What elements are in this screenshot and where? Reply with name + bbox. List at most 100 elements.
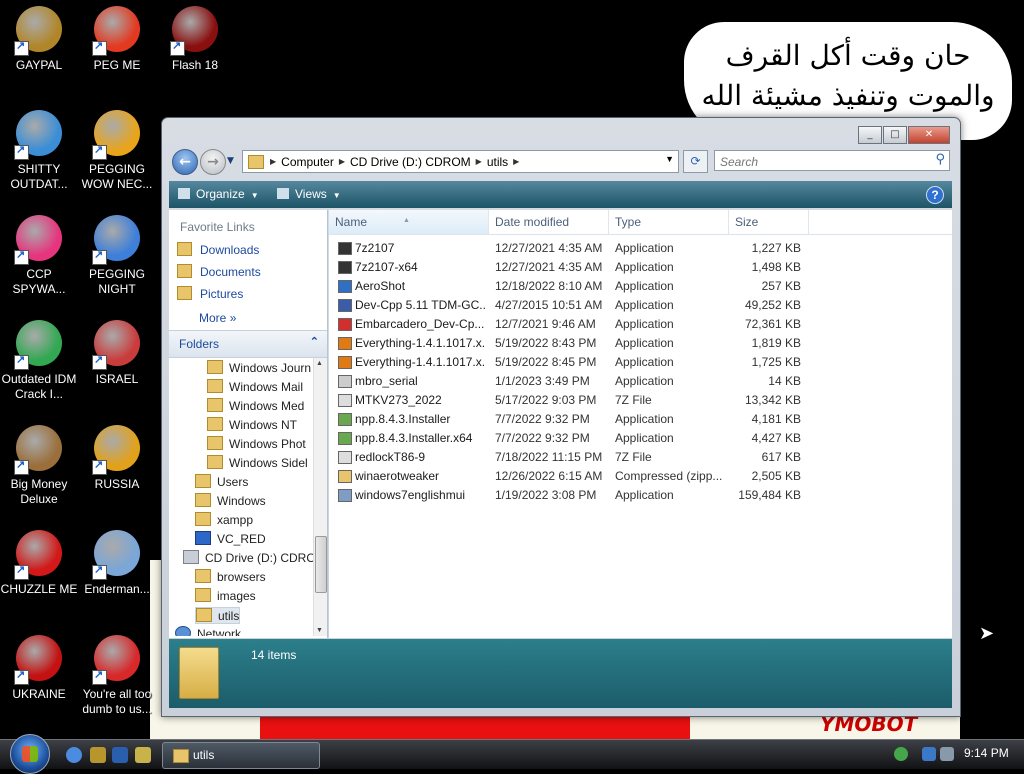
recent-pages-dropdown-icon[interactable]: ▼ [227, 156, 234, 166]
desktop-icon[interactable]: RUSSIA [78, 425, 156, 492]
volume-muted-icon[interactable] [940, 747, 954, 761]
tree-node[interactable]: utils [195, 607, 241, 624]
refresh-button[interactable]: ⟳ [683, 150, 708, 173]
address-bar[interactable]: ▶ Computer ▶ CD Drive (D:) CDROM ▶ utils… [242, 150, 679, 173]
desktop-icon[interactable]: SHITTY OUTDAT... [0, 110, 78, 192]
desktop-icon[interactable]: Outdated IDM Crack I... [0, 320, 78, 402]
file-type: Application [615, 412, 674, 426]
desktop-icon[interactable]: Enderman... [78, 530, 156, 597]
breadcrumb-cd-drive[interactable]: CD Drive (D:) CDROM [350, 155, 471, 169]
file-row[interactable]: npp.8.4.3.Installer.x64 7/7/2022 9:32 PM A… [329, 429, 809, 448]
tree-node[interactable]: Windows [195, 493, 266, 508]
file-row[interactable]: Everything-1.4.1.1017.x... 5/19/2022 8:45… [329, 353, 809, 372]
maximize-button[interactable]: □ [883, 126, 907, 144]
column-header-date[interactable]: Date modified [489, 210, 609, 234]
tree-node-label: Windows Med [229, 399, 305, 413]
favorite-links-more[interactable]: More » [199, 311, 236, 325]
file-icon [338, 280, 352, 293]
scroll-up-arrow-icon[interactable]: ▲ [316, 360, 323, 367]
tree-node[interactable]: Network [175, 626, 241, 636]
help-button[interactable]: ? [926, 186, 944, 204]
file-size: 1,725 KB [751, 355, 801, 369]
favorite-link-documents[interactable]: Documents [177, 264, 261, 279]
chrome-quicklaunch-icon[interactable] [66, 747, 82, 763]
tree-node[interactable]: images [195, 588, 256, 603]
column-header-size[interactable]: Size [729, 210, 809, 234]
file-row[interactable]: windows7englishmui 1/19/2022 3:08 PM Appli… [329, 486, 809, 505]
file-row[interactable]: mbro_serial 1/1/2023 3:49 PM Application 14… [329, 372, 809, 391]
file-date: 7/18/2022 11:15 PM [495, 450, 603, 464]
file-row[interactable]: Everything-1.4.1.1017.x... 5/19/2022 8:43… [329, 334, 809, 353]
tree-node[interactable]: Windows Sidel [207, 455, 308, 470]
desktop-icon[interactable]: CHUZZLE ME [0, 530, 78, 597]
desktop-icon-label: ISRAEL [95, 372, 139, 386]
views-menu[interactable]: Views ▼ [277, 187, 341, 201]
app-icon [92, 635, 140, 685]
file-row[interactable]: redlockT86-9 7/18/2022 11:15 PM 7Z File 617… [329, 448, 809, 467]
show-desktop-icon[interactable] [112, 747, 128, 763]
column-header-type[interactable]: Type [609, 210, 729, 234]
file-row[interactable]: AeroShot 12/18/2022 8:10 AM Application 257… [329, 277, 809, 296]
chevron-right-icon[interactable]: ▶ [513, 157, 519, 166]
desktop-icon[interactable]: You're all too dumb to us... [78, 635, 156, 717]
forward-button[interactable]: → [200, 149, 226, 175]
file-row[interactable]: Embarcadero_Dev-Cp... 12/7/2021 9:46 AM Ap… [329, 315, 809, 334]
tree-node[interactable]: Windows NT [207, 417, 297, 432]
tree-node[interactable]: CD Drive (D:) CDROM [183, 550, 315, 565]
file-name: Dev-Cpp 5.11 TDM-GC... [355, 298, 485, 312]
organize-menu[interactable]: Organize ▼ [178, 187, 259, 201]
desktop-icon[interactable]: PEGGING WOW NEC... [78, 110, 156, 192]
desktop-icon[interactable]: GAYPAL [0, 6, 78, 73]
arabic-note-line-1: حان وقت أكل القرف [725, 39, 971, 72]
search-input[interactable] [718, 152, 922, 171]
scroll-down-arrow-icon[interactable]: ▼ [316, 627, 323, 634]
clock[interactable]: 9:14 PM [964, 746, 1009, 760]
favorite-link-pictures[interactable]: Pictures [177, 286, 243, 301]
start-button[interactable] [10, 734, 50, 774]
folder-tree-scrollbar[interactable]: ▲ ▼ [313, 358, 327, 636]
search-icon[interactable]: ⚲ [935, 152, 945, 167]
breadcrumb-computer[interactable]: Computer [281, 155, 334, 169]
file-row[interactable]: 7z2107-x64 12/27/2021 4:35 AM Application 1… [329, 258, 809, 277]
folders-header[interactable]: Folders ⌃ [169, 330, 327, 358]
desktop-icon[interactable]: PEGGING NIGHT [78, 215, 156, 297]
file-row[interactable]: Dev-Cpp 5.11 TDM-GC... 4/27/2015 10:51 AM… [329, 296, 809, 315]
tree-node[interactable]: VC_RED [195, 531, 266, 546]
desktop-icon[interactable]: ISRAEL [78, 320, 156, 387]
chevron-right-icon[interactable]: ▶ [270, 157, 276, 166]
monitor-tray-icon[interactable] [922, 747, 936, 761]
app-icon [14, 6, 62, 56]
taskbar-button-utils[interactable]: utils [162, 742, 320, 769]
desktop-icon[interactable]: Flash 18 [156, 6, 234, 73]
favorite-link-downloads[interactable]: Downloads [177, 242, 259, 257]
tree-node[interactable]: Windows Mail [207, 379, 303, 394]
file-date: 12/18/2022 8:10 AM [495, 279, 603, 293]
chevron-right-icon[interactable]: ▶ [339, 157, 345, 166]
tree-node[interactable]: browsers [195, 569, 266, 584]
file-row[interactable]: 7z2107 12/27/2021 4:35 AM Application 1,227… [329, 239, 809, 258]
gaypal-quicklaunch-icon[interactable] [90, 747, 106, 763]
file-row[interactable]: MTKV273_2022 5/17/2022 9:03 PM 7Z File 13,3… [329, 391, 809, 410]
desktop-icon[interactable]: PEG ME [78, 6, 156, 73]
column-header-name[interactable]: Name ▲ [329, 210, 489, 234]
breadcrumb-utils[interactable]: utils [487, 155, 508, 169]
tree-node[interactable]: Windows Journ [207, 360, 311, 375]
tree-node[interactable]: Windows Med [207, 398, 304, 413]
chevron-right-icon[interactable]: ▶ [476, 157, 482, 166]
back-button[interactable]: ← [172, 149, 198, 175]
tree-node[interactable]: xampp [195, 512, 253, 527]
desktop-icon[interactable]: Big Money Deluxe [0, 425, 78, 507]
network-tray-icon[interactable] [894, 747, 908, 761]
file-row[interactable]: winaerotweaker 12/26/2022 6:15 AM Compress… [329, 467, 809, 486]
address-dropdown-icon[interactable]: ▼ [665, 154, 674, 164]
desktop-icon[interactable]: UKRAINE [0, 635, 78, 702]
scrollbar-thumb[interactable] [315, 536, 327, 593]
minimize-button[interactable]: _ [858, 126, 882, 144]
file-row[interactable]: npp.8.4.3.Installer 7/7/2022 9:32 PM Appli… [329, 410, 809, 429]
close-button[interactable]: ✕ [908, 126, 950, 144]
desktop-icon[interactable]: CCP SPYWA... [0, 215, 78, 297]
tree-node[interactable]: Users [195, 474, 248, 489]
tree-node[interactable]: Windows Phot [207, 436, 306, 451]
switch-windows-icon[interactable] [135, 747, 151, 763]
folder-icon [207, 398, 223, 412]
